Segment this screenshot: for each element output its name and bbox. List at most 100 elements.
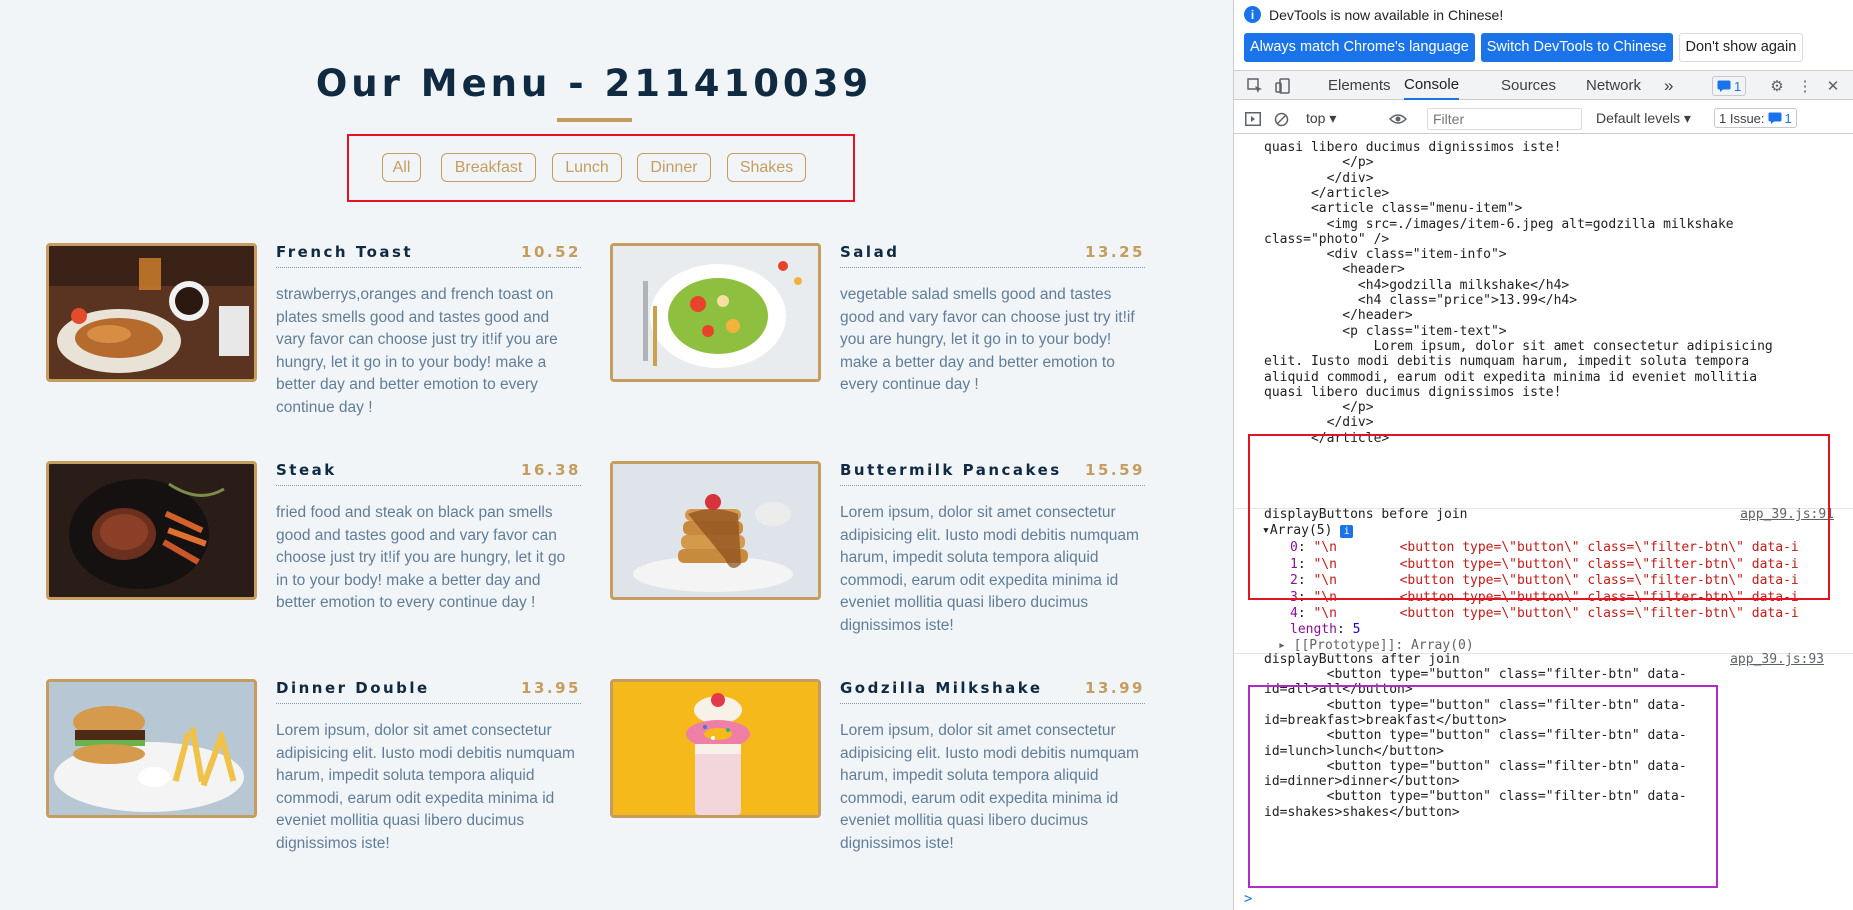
- language-infobar: i DevTools is now available in Chinese!: [1234, 0, 1853, 29]
- steak-photo: [46, 461, 257, 600]
- console-line: <h4 class="price">13.99</h4>: [1264, 293, 1578, 308]
- item-info: Godzilla Milkshake 13.99 Lorem ipsum, do…: [840, 679, 1145, 856]
- salad-photo: [610, 243, 821, 382]
- device-toolbar-icon[interactable]: [1274, 77, 1292, 95]
- item-description: Lorem ipsum, dolor sit amet consectetur …: [840, 504, 1139, 634]
- filter-shakes-button[interactable]: Shakes: [727, 153, 806, 182]
- item-description: Lorem ipsum, dolor sit amet consectetur …: [840, 722, 1139, 852]
- french-toast-photo: [46, 243, 257, 382]
- item-info: French Toast 10.52 strawberrys,oranges a…: [276, 243, 581, 420]
- array-prototype[interactable]: ▸ [[Prototype]]: Array(0): [1278, 638, 1474, 653]
- item-description: fried food and steak on black pan smells…: [276, 504, 566, 612]
- info-icon: i: [1244, 6, 1261, 23]
- console-line: </p>: [1264, 400, 1374, 416]
- console-line: aliquid commodi, earum odit expedita min…: [1264, 369, 1758, 385]
- tab-console[interactable]: Console: [1404, 71, 1460, 100]
- log-levels-dropdown[interactable]: Default levels ▾: [1596, 110, 1691, 127]
- item-info: Salad 13.25 vegetable salad smells good …: [840, 243, 1145, 397]
- after-join-highlight-box: [1248, 685, 1718, 888]
- console-toolbar: top ▾ Default levels ▾ 1 Issue: 1: [1234, 104, 1853, 134]
- inspect-element-icon[interactable]: [1246, 77, 1264, 95]
- sidebar-toggle-icon[interactable]: [1244, 110, 1262, 128]
- item-price: 13.99: [1085, 679, 1145, 697]
- array-entry: 4: "\n <button type=\"button\" class=\"f…: [1290, 606, 1799, 621]
- tab-sources[interactable]: Sources: [1501, 71, 1556, 100]
- console-filter-input[interactable]: [1427, 108, 1582, 130]
- item-info: Buttermilk Pancakes 15.59 Lorem ipsum, d…: [840, 461, 1145, 638]
- filter-breakfast-button[interactable]: Breakfast: [441, 153, 536, 182]
- console-output: quasi libero ducimus dignissimos iste! <…: [1234, 134, 1853, 910]
- console-line: class="photo" />: [1264, 231, 1390, 247]
- switch-chinese-button[interactable]: Switch DevTools to Chinese: [1480, 32, 1673, 62]
- item-price: 13.95: [521, 679, 581, 697]
- item-info: Steak 16.38 fried food and steak on blac…: [276, 461, 581, 615]
- milkshake-photo: [610, 679, 821, 818]
- more-options-icon[interactable]: ⋮: [1796, 77, 1814, 95]
- log-after-join-source[interactable]: app_39.js:93: [1730, 652, 1824, 667]
- infobar-buttons: Always match Chrome's language Switch De…: [1234, 29, 1853, 65]
- messages-badge[interactable]: 1: [1712, 76, 1747, 96]
- length-value: 5: [1352, 622, 1361, 637]
- console-line: Lorem ipsum, dolor sit amet consectetur …: [1264, 338, 1773, 354]
- more-tabs-icon[interactable]: »: [1664, 71, 1673, 100]
- close-devtools-icon[interactable]: ✕: [1824, 77, 1842, 95]
- item-description: strawberrys,oranges and french toast on …: [276, 286, 558, 416]
- filter-dinner-button[interactable]: Dinner: [637, 153, 711, 182]
- console-line: quasi libero ducimus dignissimos iste!: [1264, 384, 1562, 400]
- menu-item: French Toast 10.52 strawberrys,oranges a…: [46, 243, 581, 433]
- clear-console-icon[interactable]: [1272, 110, 1290, 128]
- item-name: Salad: [840, 243, 900, 261]
- page-title: Our Menu - 211410039: [315, 62, 873, 105]
- tab-elements[interactable]: Elements: [1328, 71, 1391, 100]
- match-language-button[interactable]: Always match Chrome's language: [1244, 32, 1475, 62]
- item-name: French Toast: [276, 243, 414, 261]
- console-prompt[interactable]: >: [1244, 891, 1252, 907]
- console-line: </article>: [1264, 185, 1390, 201]
- console-line: </div>: [1264, 415, 1374, 431]
- console-line: <div class="item-info">: [1264, 247, 1507, 263]
- menu-item: Dinner Double 13.95 Lorem ipsum, dolor s…: [46, 679, 581, 869]
- menu-item: Godzilla Milkshake 13.99 Lorem ipsum, do…: [610, 679, 1145, 869]
- item-price: 15.59: [1085, 461, 1145, 479]
- filter-all-button[interactable]: All: [382, 153, 421, 182]
- item-name: Steak: [276, 461, 337, 479]
- item-price: 10.52: [521, 243, 581, 261]
- issue-message-icon: [1768, 112, 1782, 124]
- menu-item: Buttermilk Pancakes 15.59 Lorem ipsum, d…: [610, 461, 1145, 651]
- tab-network[interactable]: Network: [1586, 71, 1641, 100]
- live-expression-eye-icon[interactable]: [1389, 110, 1407, 128]
- issues-label: 1 Issue:: [1719, 110, 1765, 126]
- console-line: </p>: [1264, 155, 1374, 171]
- item-name: Godzilla Milkshake: [840, 679, 1043, 697]
- menu-item: Steak 16.38 fried food and steak on blac…: [46, 461, 581, 651]
- console-line: </header>: [1264, 308, 1413, 324]
- pancakes-photo: [610, 461, 821, 600]
- length-key: length: [1290, 622, 1337, 637]
- joined-line: <button type="button" class="filter-btn"…: [1264, 667, 1687, 682]
- messages-count: 1: [1734, 78, 1742, 94]
- item-description: Lorem ipsum, dolor sit amet consectetur …: [276, 722, 575, 852]
- message-icon: [1717, 80, 1731, 92]
- console-line: <h4>godzilla milkshake</h4>: [1264, 277, 1570, 293]
- menu-item: Salad 13.25 vegetable salad smells good …: [610, 243, 1145, 433]
- console-line: <img src=./images/item-6.jpeg alt=godzil…: [1264, 216, 1734, 232]
- log-levels-label: Default levels: [1596, 110, 1681, 126]
- settings-gear-icon[interactable]: ⚙: [1768, 77, 1786, 95]
- filter-lunch-button[interactable]: Lunch: [552, 153, 622, 182]
- array-length: length: 5: [1290, 622, 1361, 637]
- item-info: Dinner Double 13.95 Lorem ipsum, dolor s…: [276, 679, 581, 856]
- infobar-message: DevTools is now available in Chinese!: [1269, 6, 1504, 23]
- console-line: elit. Iusto modi debitis numquam harum, …: [1264, 354, 1750, 370]
- console-line: quasi libero ducimus dignissimos iste!: [1264, 140, 1562, 155]
- issues-badge[interactable]: 1 Issue: 1: [1714, 108, 1797, 128]
- item-price: 16.38: [521, 461, 581, 479]
- console-line: </div>: [1264, 170, 1374, 186]
- console-line: <p class="item-text">: [1264, 323, 1507, 339]
- item-description: vegetable salad smells good and tastes g…: [840, 286, 1135, 394]
- log-after-join-label: displayButtons after join: [1264, 652, 1460, 667]
- dont-show-again-button[interactable]: Don't show again: [1678, 32, 1804, 62]
- array-index: 4: [1290, 606, 1298, 622]
- context-selector[interactable]: top ▾: [1306, 110, 1336, 127]
- context-label: top: [1306, 110, 1326, 126]
- item-price: 13.25: [1085, 243, 1145, 261]
